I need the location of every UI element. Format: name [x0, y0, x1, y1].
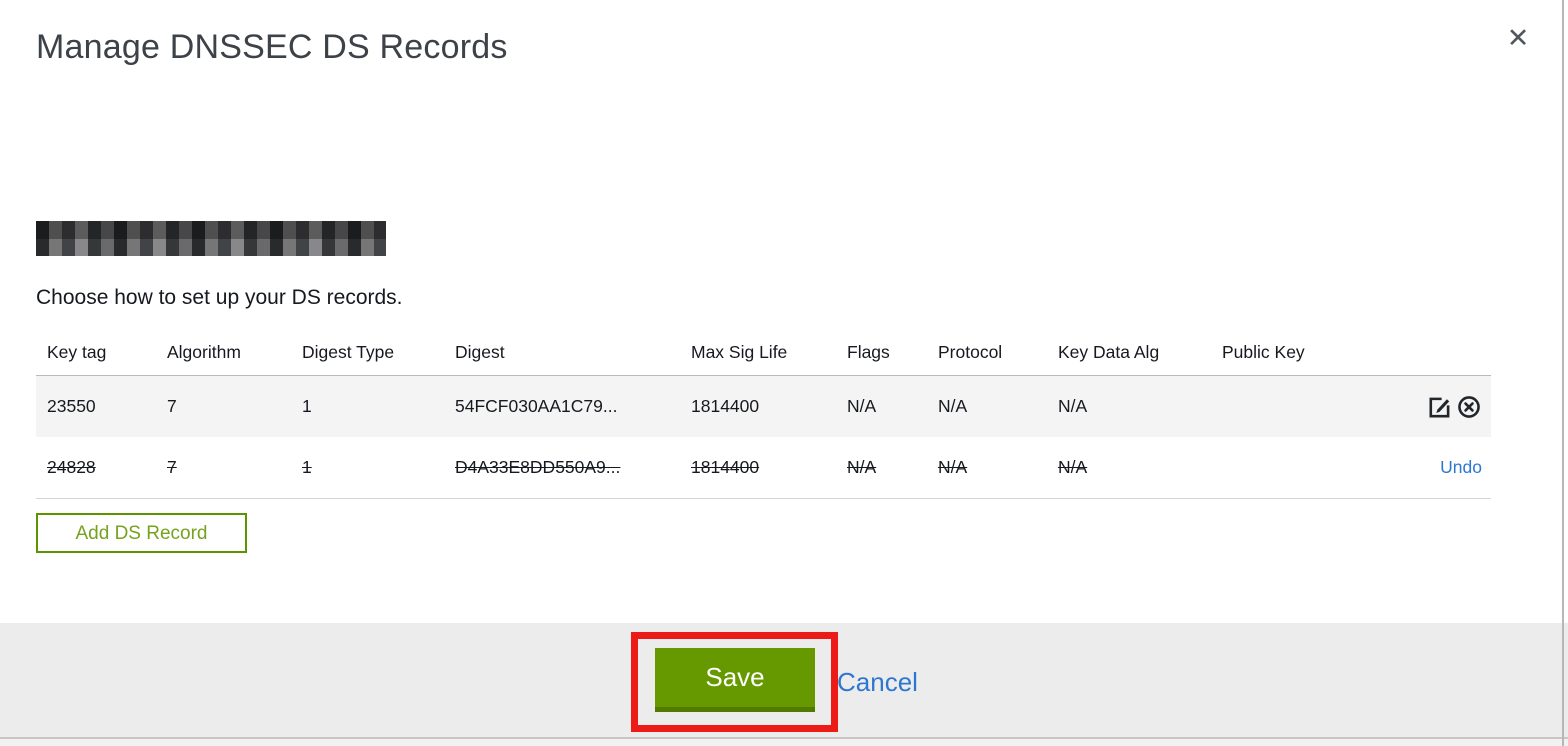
manage-dnssec-dialog: Manage DNSSEC DS Records ✕ Choose how to… — [0, 0, 1568, 746]
undo-link[interactable]: Undo — [1440, 457, 1482, 478]
remove-icon[interactable] — [1456, 394, 1482, 420]
header-key-tag: Key tag — [47, 342, 107, 362]
cell-key-tag: 24828 — [47, 457, 96, 477]
cell-digest: D4A33E8DD550A9... — [455, 457, 621, 477]
save-button[interactable]: Save — [655, 648, 815, 712]
table-row: 23550 7 1 54FCF030AA1C79... 1814400 N/A … — [36, 375, 1491, 437]
close-icon[interactable]: ✕ — [1500, 20, 1536, 56]
row-actions — [1391, 394, 1491, 420]
table-header-row: Key tag Algorithm Digest Type Digest Max… — [36, 330, 1491, 375]
add-ds-record-button[interactable]: Add DS Record — [36, 513, 247, 553]
subtitle-text: Choose how to set up your DS records. — [36, 286, 403, 309]
header-flags: Flags — [847, 342, 890, 362]
modal-right-border — [1562, 0, 1564, 746]
cell-flags: N/A — [847, 396, 877, 416]
header-key-data-alg: Key Data Alg — [1058, 342, 1160, 362]
header-protocol: Protocol — [938, 342, 1003, 362]
footer-under-strip — [0, 739, 1568, 746]
cell-digest-type: 1 — [302, 457, 312, 477]
redacted-domain-name — [36, 221, 386, 256]
table-row-deleted: 24828 7 1 D4A33E8DD550A9... 1814400 N/A … — [36, 437, 1491, 499]
cell-key-data-alg: N/A — [1058, 457, 1088, 477]
cell-flags: N/A — [847, 457, 877, 477]
cell-max-sig-life: 1814400 — [691, 457, 760, 477]
ds-records-table: Key tag Algorithm Digest Type Digest Max… — [36, 330, 1491, 499]
header-digest: Digest — [455, 342, 505, 362]
cell-algorithm: 7 — [167, 396, 177, 416]
cell-key-data-alg: N/A — [1058, 396, 1088, 416]
cell-digest: 54FCF030AA1C79... — [455, 396, 618, 416]
page-title: Manage DNSSEC DS Records — [36, 28, 508, 66]
header-digest-type: Digest Type — [302, 342, 395, 362]
cell-protocol: N/A — [938, 396, 968, 416]
row-actions: Undo — [1391, 457, 1491, 478]
edit-icon[interactable] — [1427, 394, 1453, 420]
cell-protocol: N/A — [938, 457, 968, 477]
header-public-key: Public Key — [1222, 342, 1305, 362]
cell-max-sig-life: 1814400 — [691, 396, 760, 416]
cancel-link[interactable]: Cancel — [837, 667, 918, 698]
cell-digest-type: 1 — [302, 396, 312, 416]
cell-key-tag: 23550 — [47, 396, 96, 416]
cell-algorithm: 7 — [167, 457, 177, 477]
header-max-sig-life: Max Sig Life — [691, 342, 788, 362]
header-algorithm: Algorithm — [167, 342, 241, 362]
